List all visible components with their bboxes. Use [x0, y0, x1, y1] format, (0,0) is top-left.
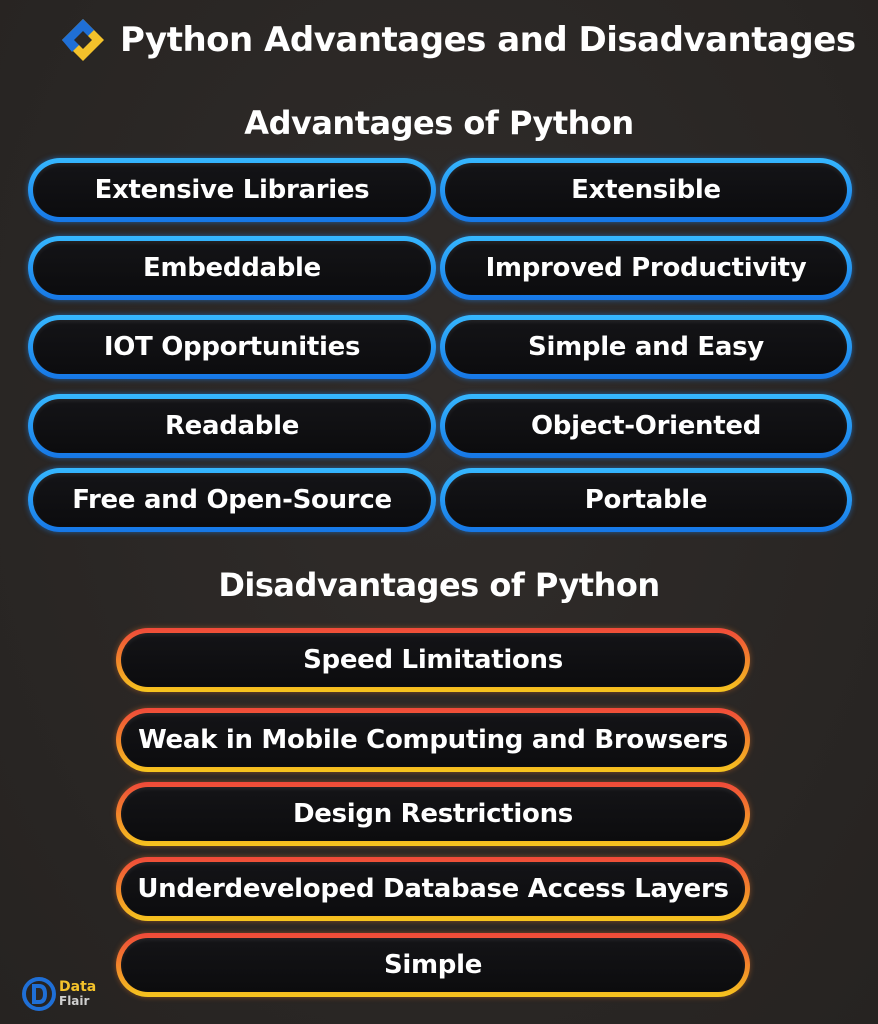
- infographic-canvas: Python Advantages and Disadvantages Adva…: [0, 0, 878, 1024]
- advantage-label: Simple and Easy: [445, 320, 847, 374]
- advantage-label: IOT Opportunities: [33, 320, 431, 374]
- page-title: Python Advantages and Disadvantages: [120, 20, 856, 60]
- advantage-label: Free and Open-Source: [33, 473, 431, 527]
- advantage-label: Embeddable: [33, 241, 431, 295]
- dataflair-logo-icon: [62, 19, 104, 61]
- footer-brand-line2: Flair: [59, 994, 90, 1008]
- advantage-pill-iot-opportunities: IOT Opportunities: [28, 315, 436, 379]
- dataflair-footer-logo-icon: [22, 977, 56, 1011]
- advantage-pill-free-and-open-source: Free and Open-Source: [28, 468, 436, 532]
- advantage-label: Extensible: [445, 163, 847, 217]
- disadvantage-pill-design-restrictions: Design Restrictions: [116, 782, 750, 846]
- disadvantage-label: Weak in Mobile Computing and Browsers: [121, 713, 745, 767]
- advantages-heading: Advantages of Python: [244, 104, 634, 142]
- disadvantage-label: Speed Limitations: [121, 633, 745, 687]
- advantage-pill-readable: Readable: [28, 394, 436, 458]
- advantage-label: Portable: [445, 473, 847, 527]
- advantage-pill-portable: Portable: [440, 468, 852, 532]
- disadvantage-pill-simple: Simple: [116, 933, 750, 997]
- advantage-pill-extensive-libraries: Extensive Libraries: [28, 158, 436, 222]
- advantage-pill-embeddable: Embeddable: [28, 236, 436, 300]
- advantage-label: Object-Oriented: [445, 399, 847, 453]
- disadvantage-pill-weak-in-mobile: Weak in Mobile Computing and Browsers: [116, 708, 750, 772]
- disadvantage-label: Simple: [121, 938, 745, 992]
- advantage-label: Extensive Libraries: [33, 163, 431, 217]
- advantage-pill-improved-productivity: Improved Productivity: [440, 236, 852, 300]
- disadvantage-label: Design Restrictions: [121, 787, 745, 841]
- disadvantage-pill-speed-limitations: Speed Limitations: [116, 628, 750, 692]
- header: Python Advantages and Disadvantages: [60, 12, 856, 68]
- advantage-label: Readable: [33, 399, 431, 453]
- disadvantage-label: Underdeveloped Database Access Layers: [121, 862, 745, 916]
- advantage-pill-simple-and-easy: Simple and Easy: [440, 315, 852, 379]
- advantage-pill-extensible: Extensible: [440, 158, 852, 222]
- footer-brand-line1: Data: [59, 979, 97, 995]
- advantage-label: Improved Productivity: [445, 241, 847, 295]
- advantage-pill-object-oriented: Object-Oriented: [440, 394, 852, 458]
- footer-brand-text: Data Flair: [59, 980, 96, 1008]
- footer-brand: Data Flair: [22, 974, 96, 1014]
- disadvantages-heading: Disadvantages of Python: [218, 566, 660, 604]
- disadvantage-pill-database-access: Underdeveloped Database Access Layers: [116, 857, 750, 921]
